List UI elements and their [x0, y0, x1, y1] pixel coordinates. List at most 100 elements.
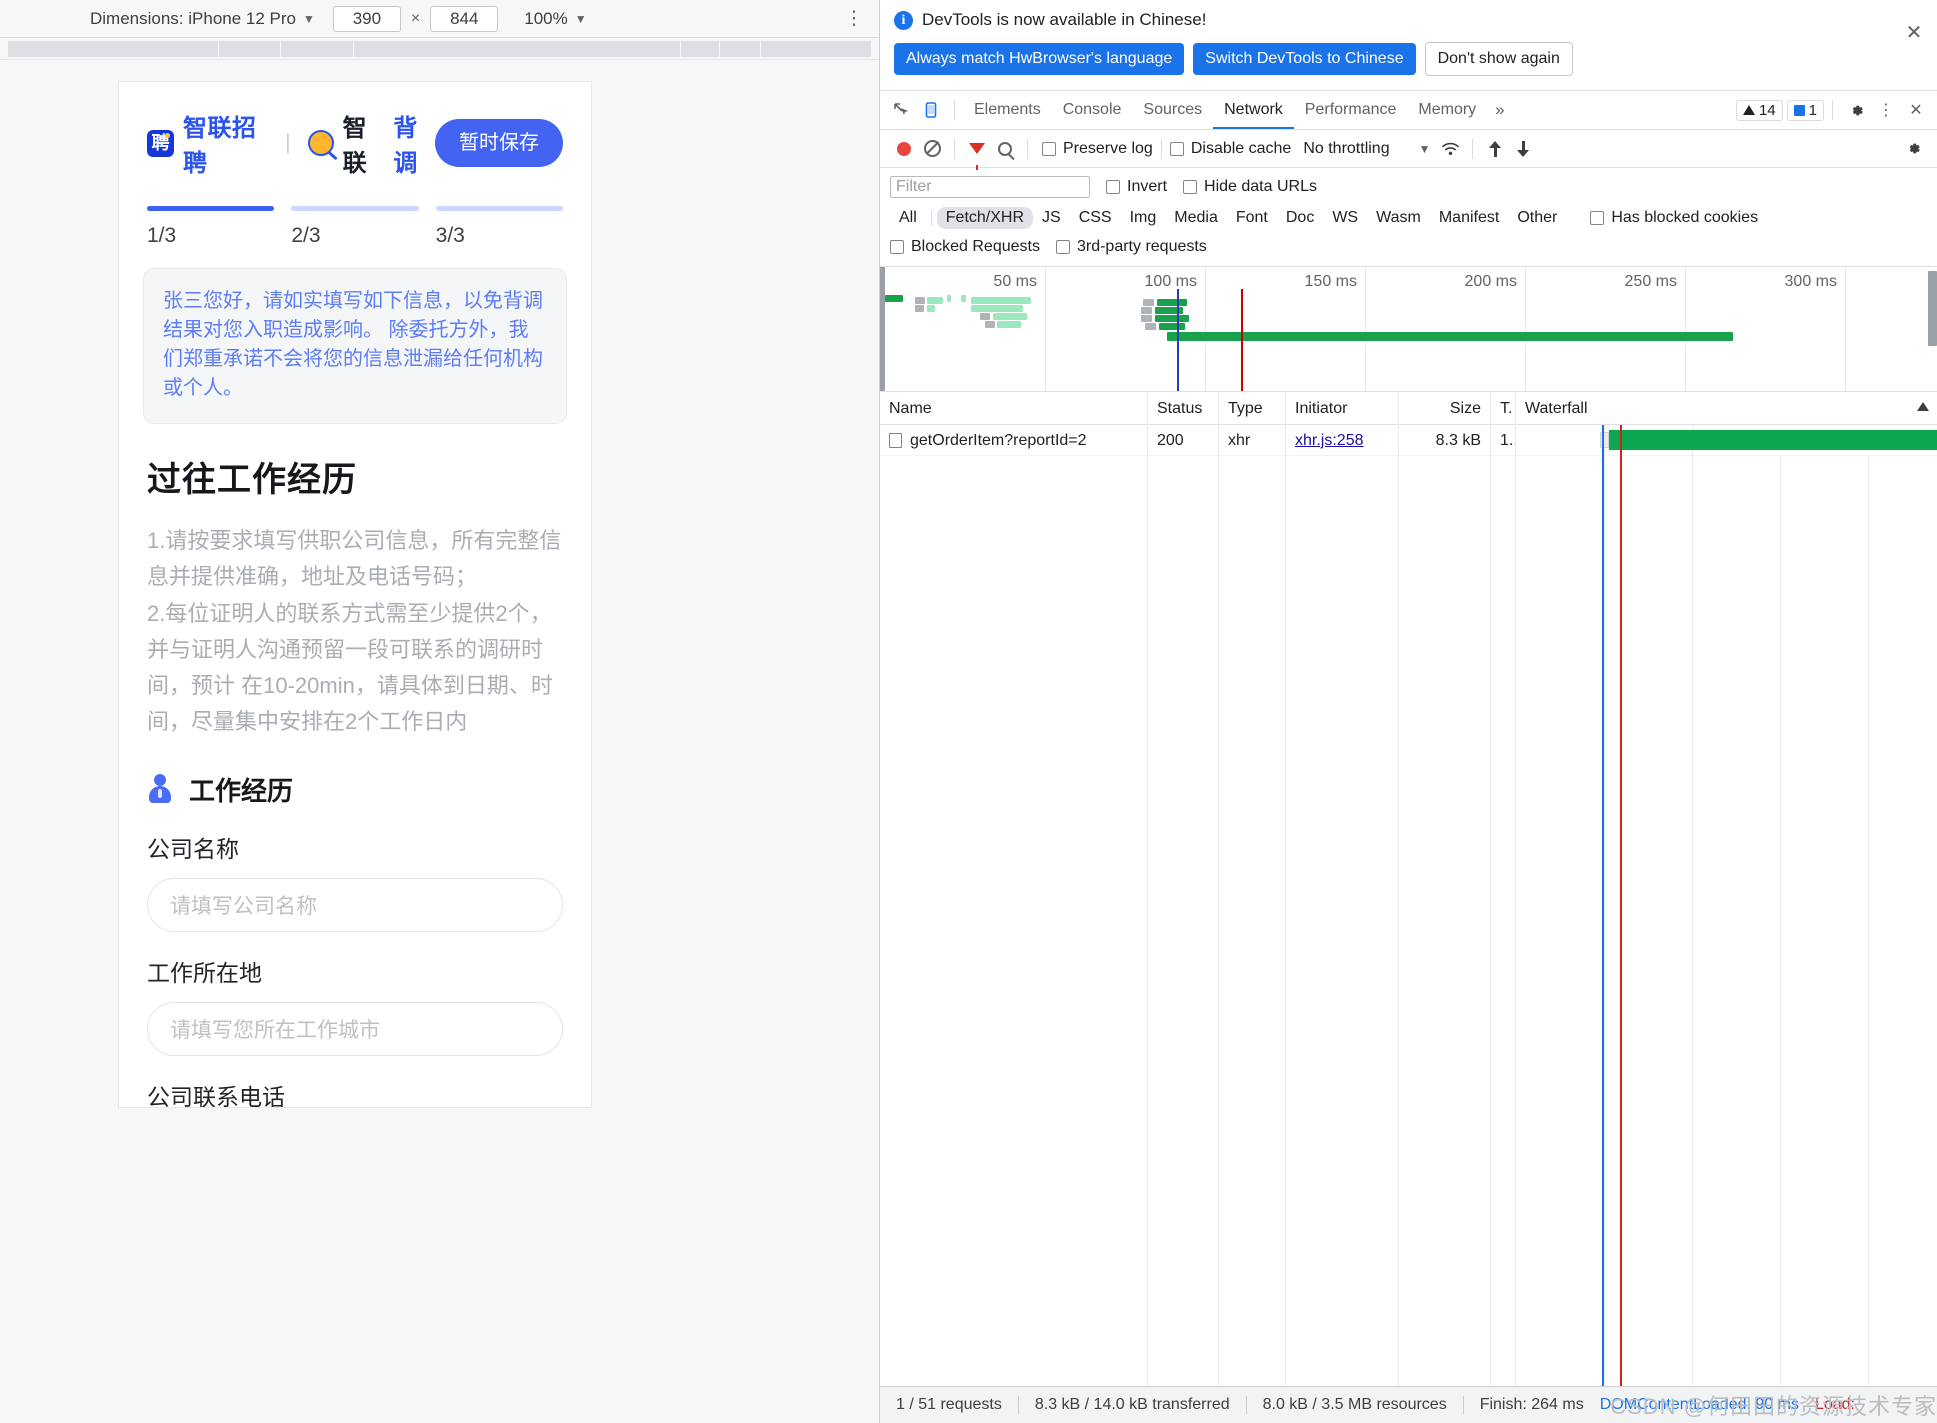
- device-toolbar: Dimensions: iPhone 12 Pro ▼ 390 × 844 100…: [0, 0, 879, 38]
- viewport-width-input[interactable]: 390: [332, 5, 401, 32]
- filter-input[interactable]: Filter: [890, 176, 1090, 198]
- cell-size: 8.3 kB: [1399, 424, 1491, 456]
- filter-row-3: Blocked Requests 3rd-party requests: [890, 238, 1927, 256]
- waterfall-gridline: [1692, 456, 1693, 1386]
- blocked-requests-checkbox[interactable]: Blocked Requests: [890, 238, 1040, 256]
- type-filter-ws[interactable]: WS: [1323, 207, 1367, 229]
- devtools-menu-button[interactable]: ⋮: [1871, 97, 1901, 123]
- disable-cache-checkbox[interactable]: Disable cache: [1169, 140, 1291, 158]
- column-header-status[interactable]: Status: [1148, 391, 1219, 425]
- column-header-initiator[interactable]: Initiator: [1286, 391, 1399, 425]
- filter-toggle-button[interactable]: [963, 136, 991, 170]
- step-item-2[interactable]: 2/3: [291, 206, 419, 248]
- zoom-selector[interactable]: 100% ▼: [524, 9, 586, 29]
- step-item-1[interactable]: 1/3: [147, 206, 275, 248]
- import-har-button[interactable]: [1481, 136, 1509, 162]
- tab-memory[interactable]: Memory: [1407, 91, 1487, 129]
- third-party-requests-label: 3rd-party requests: [1076, 238, 1207, 255]
- network-overview-timeline[interactable]: 50 ms 100 ms 150 ms 200 ms 250 ms 300 ms: [880, 267, 1937, 392]
- checkbox-icon: [1590, 211, 1605, 225]
- tab-console[interactable]: Console: [1052, 91, 1133, 129]
- overview-request-bars: [885, 295, 1928, 391]
- step-item-3[interactable]: 3/3: [435, 206, 563, 248]
- field-label: 工作所在地: [147, 959, 262, 986]
- overview-bar: [1159, 323, 1185, 330]
- device-toolbar-toggle-icon[interactable]: [916, 97, 946, 123]
- app-root: Dimensions: iPhone 12 Pro ▼ 390 × 844 100…: [0, 0, 1937, 1423]
- warning-count-badge[interactable]: 14: [1735, 99, 1783, 121]
- dont-show-again-button[interactable]: Don't show again: [1424, 42, 1573, 76]
- record-button[interactable]: [890, 136, 918, 162]
- third-party-requests-checkbox[interactable]: 3rd-party requests: [1055, 238, 1207, 256]
- checkbox-icon: [1183, 180, 1198, 194]
- overview-tick-label: 200 ms: [1464, 273, 1517, 290]
- throttling-selector[interactable]: No throttling ▼: [1303, 140, 1430, 158]
- cell-name[interactable]: getOrderItem?reportId=2: [880, 424, 1148, 456]
- has-blocked-cookies-checkbox[interactable]: Has blocked cookies: [1590, 209, 1758, 227]
- type-filter-doc[interactable]: Doc: [1277, 207, 1323, 229]
- type-filter-other[interactable]: Other: [1508, 207, 1566, 229]
- tab-sources[interactable]: Sources: [1132, 91, 1213, 129]
- tab-elements[interactable]: Elements: [963, 91, 1052, 129]
- type-filter-js[interactable]: JS: [1033, 207, 1070, 229]
- magnifier-person-icon: [307, 130, 334, 156]
- step-label: 2/3: [291, 224, 321, 247]
- overview-tick-label: 150 ms: [1304, 273, 1357, 290]
- export-har-button[interactable]: [1509, 136, 1537, 162]
- clear-button[interactable]: [918, 136, 946, 162]
- tab-performance[interactable]: Performance: [1294, 91, 1408, 129]
- dimensions-selector[interactable]: Dimensions: iPhone 12 Pro ▼: [90, 9, 315, 29]
- column-header-time[interactable]: T.: [1491, 391, 1516, 425]
- request-name: getOrderItem?reportId=2: [910, 431, 1087, 449]
- column-header-size[interactable]: Size: [1399, 391, 1491, 425]
- type-filter-manifest[interactable]: Manifest: [1430, 207, 1508, 229]
- settings-gear-icon[interactable]: [1841, 97, 1871, 123]
- overview-bar: [1155, 315, 1189, 322]
- phone-viewport[interactable]: 智联招聘 | 智联 背调 暂时保存 1/3: [118, 81, 592, 1108]
- checkbox-icon: [1169, 141, 1184, 156]
- more-tabs-icon[interactable]: »: [1487, 100, 1512, 120]
- cell-initiator[interactable]: xhr.js:258: [1286, 424, 1399, 456]
- type-filter-css[interactable]: CSS: [1070, 207, 1121, 229]
- hide-data-urls-checkbox[interactable]: Hide data URLs: [1183, 178, 1317, 196]
- network-filter-bar: Filter Invert Hide data URLs All Fetch/X…: [880, 168, 1937, 267]
- always-match-language-button[interactable]: Always match HwBrowser's language: [894, 43, 1185, 75]
- network-settings-gear-icon[interactable]: [1899, 136, 1927, 162]
- table-body[interactable]: [880, 456, 1937, 1386]
- network-conditions-button[interactable]: [1436, 136, 1464, 162]
- inspect-element-icon[interactable]: [886, 97, 916, 123]
- device-toolbar-menu-button[interactable]: ⋮: [841, 9, 867, 28]
- type-filter-all[interactable]: All: [890, 207, 926, 229]
- dimension-x-separator: ×: [410, 9, 421, 27]
- work-location-input[interactable]: 请填写您所在工作城市: [147, 1001, 563, 1056]
- brand-name-secondary-a: 智联: [342, 115, 367, 177]
- column-header-name[interactable]: Name: [880, 391, 1148, 425]
- type-filter-font[interactable]: Font: [1227, 207, 1277, 229]
- initiator-link[interactable]: xhr.js:258: [1295, 432, 1363, 449]
- type-filter-img[interactable]: Img: [1121, 207, 1166, 229]
- close-icon[interactable]: ✕: [1903, 22, 1925, 44]
- invert-checkbox[interactable]: Invert: [1106, 178, 1167, 196]
- table-row[interactable]: getOrderItem?reportId=2 200 xhr xhr.js:2…: [880, 424, 1937, 456]
- column-header-waterfall[interactable]: Waterfall: [1516, 392, 1937, 425]
- warning-count: 14: [1758, 101, 1776, 119]
- temporary-save-button[interactable]: 暂时保存: [435, 119, 563, 167]
- body-column-divider: [1219, 456, 1286, 1386]
- column-header-type[interactable]: Type: [1219, 391, 1286, 425]
- company-name-input[interactable]: 请填写公司名称: [147, 877, 563, 932]
- search-button[interactable]: [991, 136, 1019, 162]
- ruler-tick: [719, 41, 720, 57]
- type-filter-media[interactable]: Media: [1165, 207, 1227, 229]
- close-devtools-icon[interactable]: ✕: [1901, 97, 1931, 123]
- clear-icon: [923, 140, 941, 157]
- preserve-log-checkbox[interactable]: Preserve log: [1042, 140, 1153, 158]
- tab-network[interactable]: Network: [1213, 91, 1294, 129]
- type-filter-fetch-xhr[interactable]: Fetch/XHR: [936, 207, 1034, 229]
- media-query-ruler[interactable]: [0, 38, 879, 60]
- status-resources: 8.0 kB / 3.5 MB resources: [1262, 1396, 1447, 1413]
- message-count-badge[interactable]: 1: [1786, 99, 1824, 121]
- switch-devtools-language-button[interactable]: Switch DevTools to Chinese: [1193, 43, 1416, 75]
- viewport-height-input[interactable]: 844: [430, 5, 499, 32]
- overview-scrollbar[interactable]: [1928, 271, 1937, 346]
- type-filter-wasm[interactable]: Wasm: [1367, 207, 1430, 229]
